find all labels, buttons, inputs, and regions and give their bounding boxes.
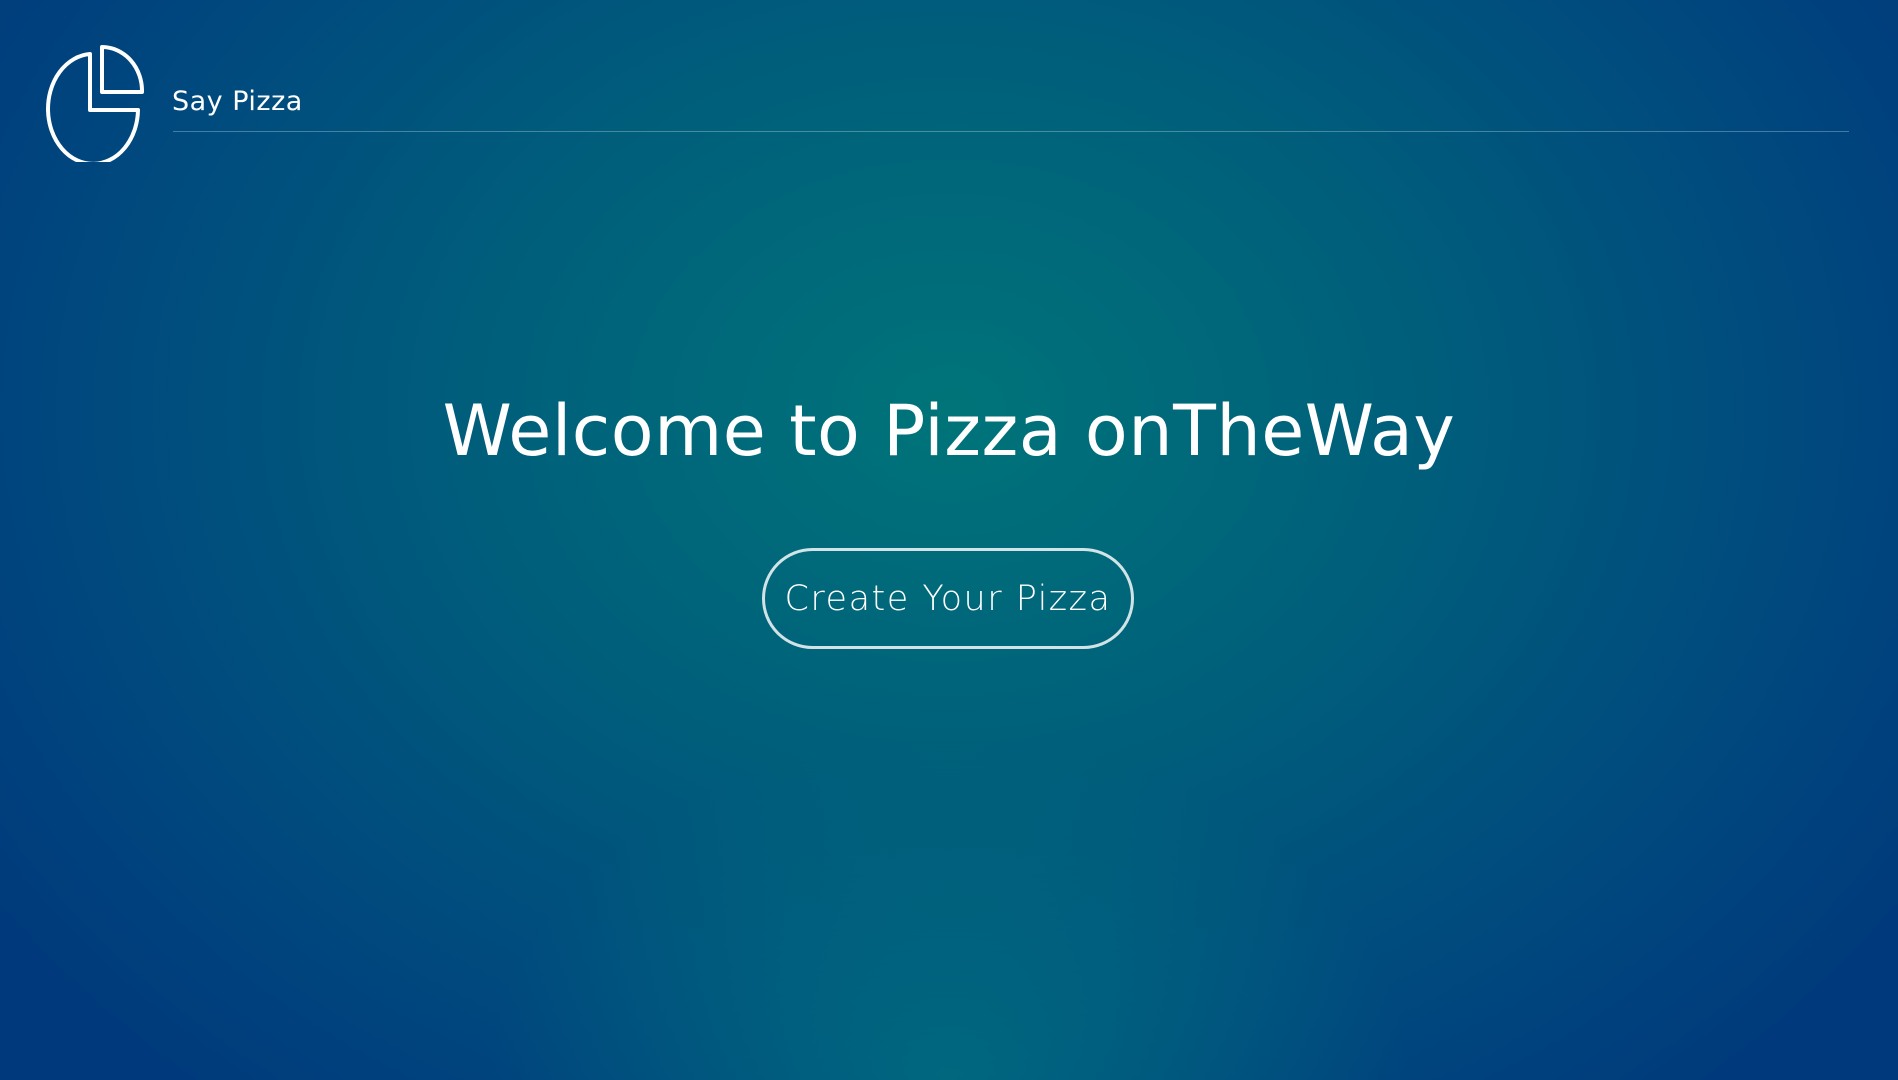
pie-chart-icon[interactable] (46, 44, 144, 162)
create-pizza-button[interactable]: Create Your Pizza (762, 548, 1134, 649)
hero-title: Welcome to Pizza onTheWay (442, 390, 1456, 472)
header-divider (173, 131, 1849, 132)
brand-name[interactable]: Say Pizza (172, 84, 303, 120)
